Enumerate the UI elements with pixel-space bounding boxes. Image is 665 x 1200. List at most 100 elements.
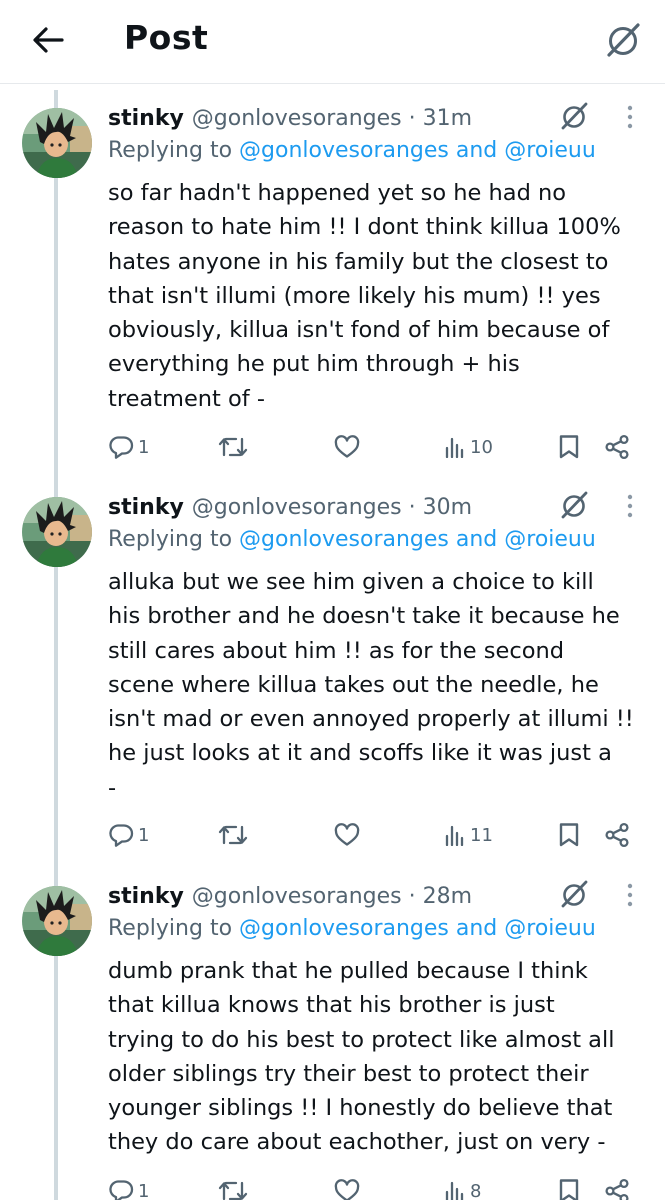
more-vertical-icon: [626, 493, 634, 523]
more-vertical-icon: [626, 104, 634, 134]
author-name[interactable]: stinky: [108, 884, 184, 909]
views-count: 10: [470, 436, 493, 458]
tweet-text-line: his brother and he doesn't take it becau…: [108, 603, 620, 630]
repost-icon: [218, 435, 248, 459]
replying-to: Replying to @gonlovesoranges and @roieuu: [108, 916, 596, 941]
heart-icon: [334, 823, 360, 847]
grok-button[interactable]: [558, 491, 590, 523]
more-button[interactable]: [620, 880, 640, 914]
reply-count: 1: [138, 824, 150, 846]
replying-to-label: Replying to: [108, 138, 240, 163]
views-button[interactable]: 8: [444, 1176, 481, 1200]
bookmark-icon: [558, 434, 580, 460]
tweet-text-line: trying to do his best to protect like al…: [108, 1026, 615, 1053]
grok-icon: [607, 23, 640, 57]
share-button[interactable]: [604, 820, 630, 850]
grok-button[interactable]: [558, 880, 590, 912]
like-button[interactable]: [334, 432, 360, 462]
tweet-header: stinky @gonlovesoranges · 31m: [108, 100, 472, 136]
views-button[interactable]: 10: [444, 432, 493, 462]
repost-button[interactable]: [218, 432, 248, 462]
avatar[interactable]: [22, 497, 92, 567]
author-name[interactable]: stinky: [108, 495, 184, 520]
tweet-text-line: that isn't illumi (more likely his mum) …: [108, 282, 601, 309]
grok-button[interactable]: [558, 102, 590, 134]
views-count: 8: [470, 1180, 482, 1200]
replying-to: Replying to @gonlovesoranges and @roieuu: [108, 138, 596, 163]
page-title: Post: [124, 18, 209, 57]
handle-text: @gonlovesoranges: [191, 105, 402, 131]
tweet-text-line: alluka but we see him given a choice to …: [108, 569, 594, 595]
separator-dot: ·: [401, 494, 423, 520]
bookmark-button[interactable]: [558, 820, 580, 850]
tweet-text: dumb prank that he pulled because I thin…: [108, 954, 648, 1160]
more-button[interactable]: [620, 491, 640, 525]
views-button[interactable]: 11: [444, 820, 493, 850]
views-icon: [444, 824, 466, 846]
more-vertical-icon: [626, 882, 634, 912]
reply-button[interactable]: 1: [108, 1176, 149, 1200]
separator-dot: ·: [401, 883, 423, 909]
reply-count: 1: [138, 436, 150, 458]
reply-button[interactable]: 1: [108, 820, 149, 850]
bookmark-icon: [558, 1178, 580, 1200]
thread-connector-line: [54, 90, 58, 1200]
author-name[interactable]: stinky: [108, 106, 184, 131]
views-count: 11: [470, 824, 493, 846]
tweet-actions: 1 11: [108, 820, 638, 850]
author-handle[interactable]: @gonlovesoranges · 30m: [192, 495, 472, 520]
bookmark-button[interactable]: [558, 1176, 580, 1200]
grok-icon: [559, 879, 589, 913]
heart-icon: [334, 1179, 360, 1200]
reply-button[interactable]: 1: [108, 432, 149, 462]
replying-to-mentions[interactable]: @gonlovesoranges and @roieuu: [239, 916, 596, 941]
bookmark-icon: [558, 822, 580, 848]
tweet-text-line: dumb prank that he pulled because I thin…: [108, 958, 588, 984]
tweet-actions: 18: [108, 1176, 638, 1200]
back-button[interactable]: [28, 22, 68, 58]
share-icon: [604, 434, 630, 460]
tweet-text-line: that killua knows that his brother is ju…: [108, 992, 555, 1019]
author-handle[interactable]: @gonlovesoranges · 31m: [192, 106, 472, 131]
share-button[interactable]: [604, 1176, 630, 1200]
grok-button[interactable]: [601, 18, 645, 62]
tweet-text-line: obviously, killua isn't fond of him beca…: [108, 317, 610, 344]
tweet-header: stinky @gonlovesoranges · 30m: [108, 489, 472, 525]
grok-icon: [559, 490, 589, 524]
bookmark-button[interactable]: [558, 432, 580, 462]
tweet-header: stinky @gonlovesoranges · 28m: [108, 878, 472, 914]
avatar[interactable]: [22, 886, 92, 956]
share-icon: [604, 1178, 630, 1200]
repost-button[interactable]: [218, 820, 248, 850]
tweet-text-line: hates anyone in his family but the close…: [108, 248, 609, 275]
replying-to-label: Replying to: [108, 916, 240, 941]
tweet-text-line: reason to hate him !! I dont think killu…: [108, 214, 621, 241]
replying-to-mentions[interactable]: @gonlovesoranges and @roieuu: [239, 527, 596, 552]
tweet-text-line: everything he put him through + his: [108, 351, 520, 378]
tweet-text-line: isn't mad or even annoyed properly at il…: [108, 706, 634, 733]
like-button[interactable]: [334, 1176, 360, 1200]
grok-icon: [559, 101, 589, 135]
more-button[interactable]: [620, 102, 640, 136]
share-button[interactable]: [604, 432, 630, 462]
reply-icon: [108, 435, 134, 459]
avatar[interactable]: [22, 108, 92, 178]
arrow-left-icon: [33, 27, 64, 53]
timestamp[interactable]: 31m: [423, 106, 472, 131]
tweet-text-line: so far hadn't happened yet so he had no: [108, 180, 567, 206]
repost-button[interactable]: [218, 1176, 248, 1200]
like-button[interactable]: [334, 820, 360, 850]
tweet-text-line: they do care about eachother, just on ve…: [108, 1129, 606, 1156]
tweet-text-line: he just looks at it and scoffs like it w…: [108, 740, 612, 767]
tweet-text-line: -: [108, 774, 117, 801]
timestamp[interactable]: 30m: [423, 495, 472, 520]
timestamp[interactable]: 28m: [423, 884, 472, 909]
tweet-text: alluka but we see him given a choice to …: [108, 565, 648, 805]
handle-text: @gonlovesoranges: [191, 883, 402, 909]
repost-icon: [218, 823, 248, 847]
tweet-actions: 1 10: [108, 432, 638, 462]
replying-to-mentions[interactable]: @gonlovesoranges and @roieuu: [239, 138, 596, 163]
author-handle[interactable]: @gonlovesoranges · 28m: [192, 884, 472, 909]
replying-to-label: Replying to: [108, 527, 240, 552]
tweet-text-line: younger siblings !! I honestly do believ…: [108, 1095, 613, 1122]
